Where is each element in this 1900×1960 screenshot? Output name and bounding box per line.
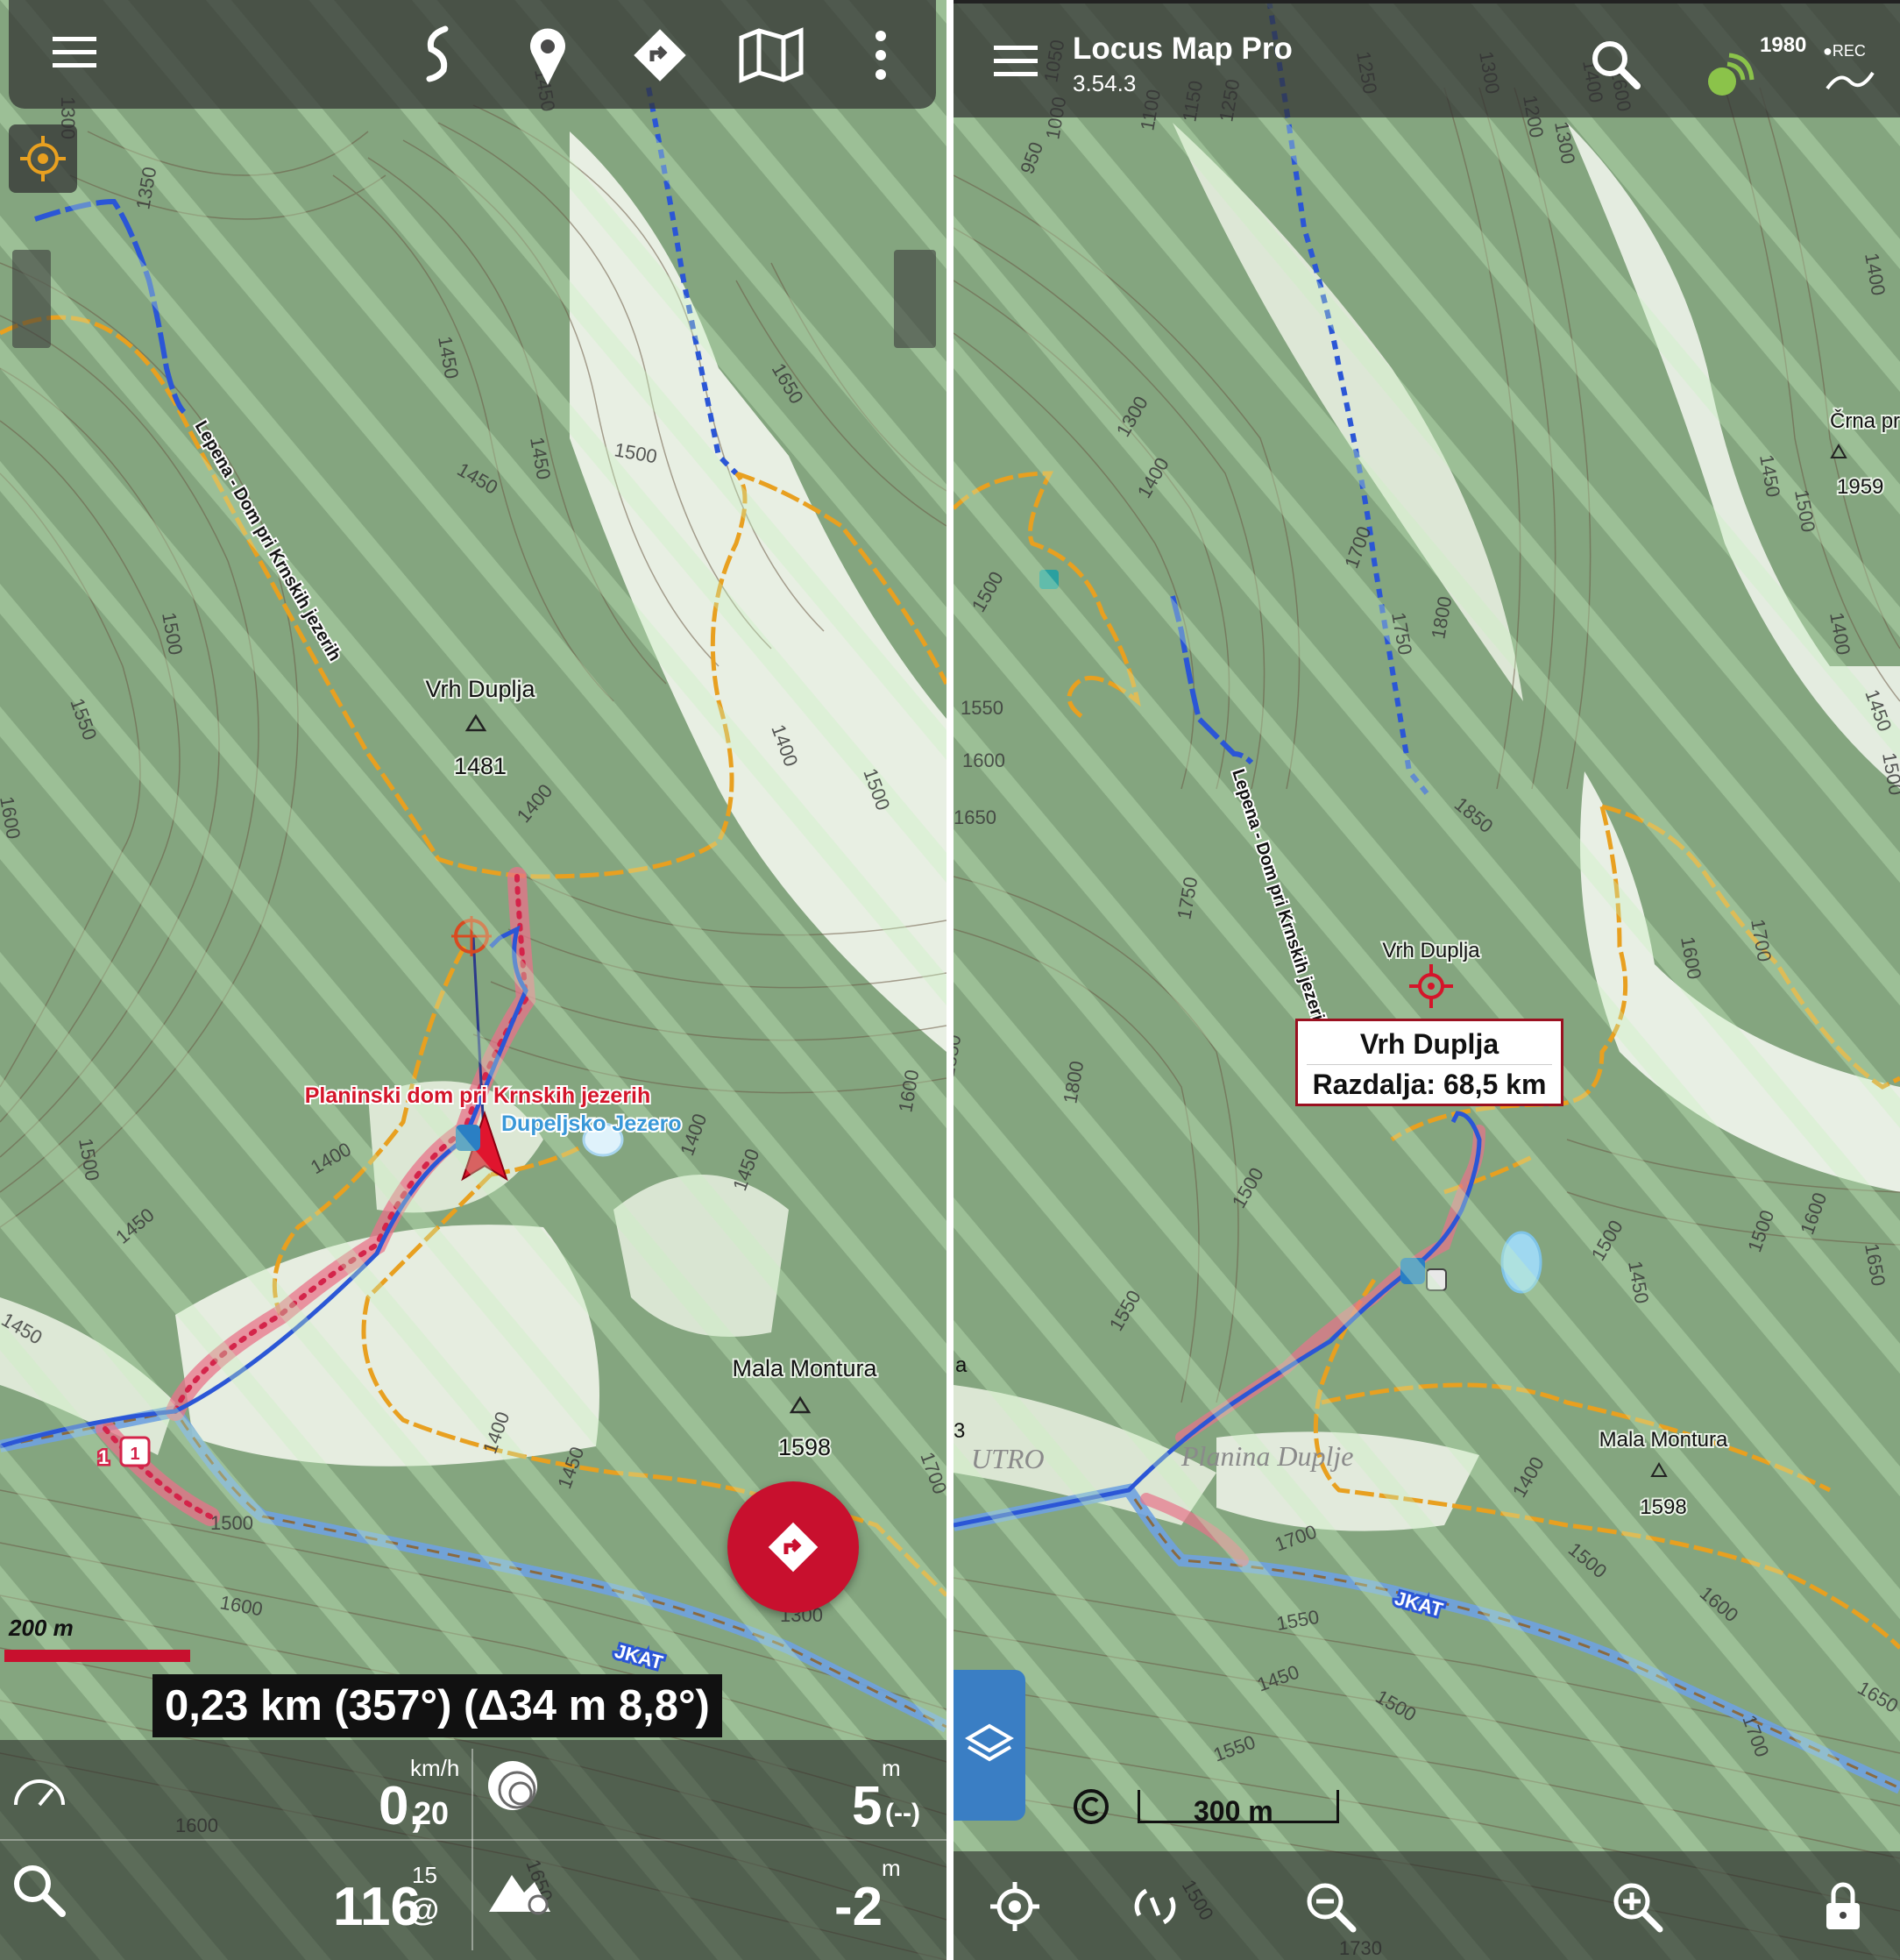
point-popup[interactable]: Vrh Duplja Razdalja: 68,5 km [1295, 1019, 1563, 1106]
svg-text:a: a [955, 1353, 968, 1377]
peak-elevation-vrh-duplja: 1481 [454, 753, 507, 779]
peak-elevation-mala-montura-right: 1598 [1640, 1495, 1686, 1519]
peak-elevation-crna-prst: 1959 [1837, 475, 1883, 499]
rec-label: ●REC [1823, 42, 1866, 60]
scale-bar [4, 1650, 190, 1662]
scale-label-right: 300 m [1194, 1795, 1273, 1827]
gps-target-button[interactable] [9, 124, 77, 193]
hut-label: Planinski dom pri Krnskih jezerih [305, 1083, 651, 1108]
rotate-icon[interactable] [1120, 1871, 1190, 1942]
right-screen: 950 1000 1050 1100 1150 1250 1300 1400 1… [954, 0, 1900, 1960]
more-icon[interactable] [863, 22, 898, 88]
right-panel-handle[interactable] [894, 250, 936, 348]
accuracy-value: 5 [852, 1776, 883, 1836]
popup-distance: Razdalja: 68,5 km [1312, 1069, 1547, 1100]
peak-label-mala-montura: Mala Montura [732, 1355, 877, 1381]
accuracy-sub: (--) [885, 1799, 920, 1828]
search-zoom-icon [7, 1858, 70, 1921]
stats-panel [0, 1740, 946, 1960]
navigate-fab[interactable] [727, 1481, 859, 1613]
peak-label-vrh-duplja: Vrh Duplja [425, 676, 535, 702]
speed-decimal: 20 [414, 1795, 450, 1831]
gps-signal-icon[interactable] [1700, 35, 1758, 105]
menu-icon[interactable] [44, 26, 105, 79]
app-title: Locus Map Pro [1073, 32, 1293, 66]
map-icon[interactable] [736, 22, 806, 88]
peak-elevation-mala-montura: 1598 [778, 1434, 831, 1460]
poi-icon[interactable] [517, 19, 578, 89]
peak-label-mala-montura-right: Mala Montura [1599, 1428, 1728, 1452]
speedometer-icon [9, 1762, 70, 1814]
gps-center-icon[interactable] [980, 1871, 1050, 1942]
area-label-planina-duplje: Planina Duplje [1180, 1440, 1353, 1472]
altitude-sub: @ [408, 1892, 440, 1928]
svg-text:1: 1 [98, 1446, 109, 1468]
zoom-in-icon[interactable] [1602, 1871, 1672, 1942]
elev-diff-value: -2 [834, 1877, 883, 1937]
left-screen: 1300 1350 1450 1450 1500 1550 1600 1650 … [0, 0, 946, 1960]
right-map[interactable]: 950 1000 1050 1100 1150 1250 1300 1400 1… [954, 0, 1900, 1960]
layers-button[interactable] [954, 1670, 1025, 1821]
navigation-icon[interactable] [627, 22, 692, 88]
scale-label: 200 m [9, 1615, 74, 1641]
svg-text:1650: 1650 [954, 806, 996, 828]
route-icon[interactable] [408, 22, 469, 88]
peak-label-crna-prst: Črna pr [1830, 408, 1900, 433]
left-map[interactable]: 1300 1350 1450 1450 1500 1550 1600 1650 … [0, 0, 946, 1960]
left-panel-handle[interactable] [12, 250, 51, 348]
elev-diff-unit: m [882, 1855, 901, 1881]
gps-accuracy-icon [482, 1755, 543, 1816]
copyright-icon[interactable] [1069, 1785, 1113, 1829]
accuracy-unit: m [882, 1755, 901, 1781]
right-bottom-bar [954, 1851, 1900, 1960]
elevation-icon [484, 1858, 554, 1920]
svg-text:1500: 1500 [210, 1512, 253, 1534]
svg-text:1600: 1600 [962, 749, 1005, 771]
track-record-icon[interactable] [1819, 63, 1881, 98]
peak-label-vrh-duplja-right: Vrh Duplja [1382, 939, 1480, 962]
lock-icon[interactable] [1812, 1871, 1874, 1942]
search-icon[interactable] [1585, 33, 1646, 95]
svg-text:1550: 1550 [961, 697, 1003, 719]
app-version: 3.54.3 [1073, 70, 1137, 96]
screen-divider [946, 0, 954, 1960]
popup-title: Vrh Duplja [1307, 1028, 1552, 1065]
distance-readout: 0,23 km (357°) (Δ34 m 8,8°) [152, 1674, 722, 1737]
zoom-out-icon[interactable] [1295, 1871, 1365, 1942]
gps-count: 1980 [1760, 33, 1807, 57]
area-label-utro: UTRO [971, 1443, 1045, 1474]
menu-icon-right[interactable] [985, 35, 1046, 88]
svg-text:1: 1 [130, 1445, 139, 1464]
svg-text:3: 3 [954, 1419, 965, 1443]
lake-label: Dupeljsko Jezero [501, 1111, 682, 1136]
